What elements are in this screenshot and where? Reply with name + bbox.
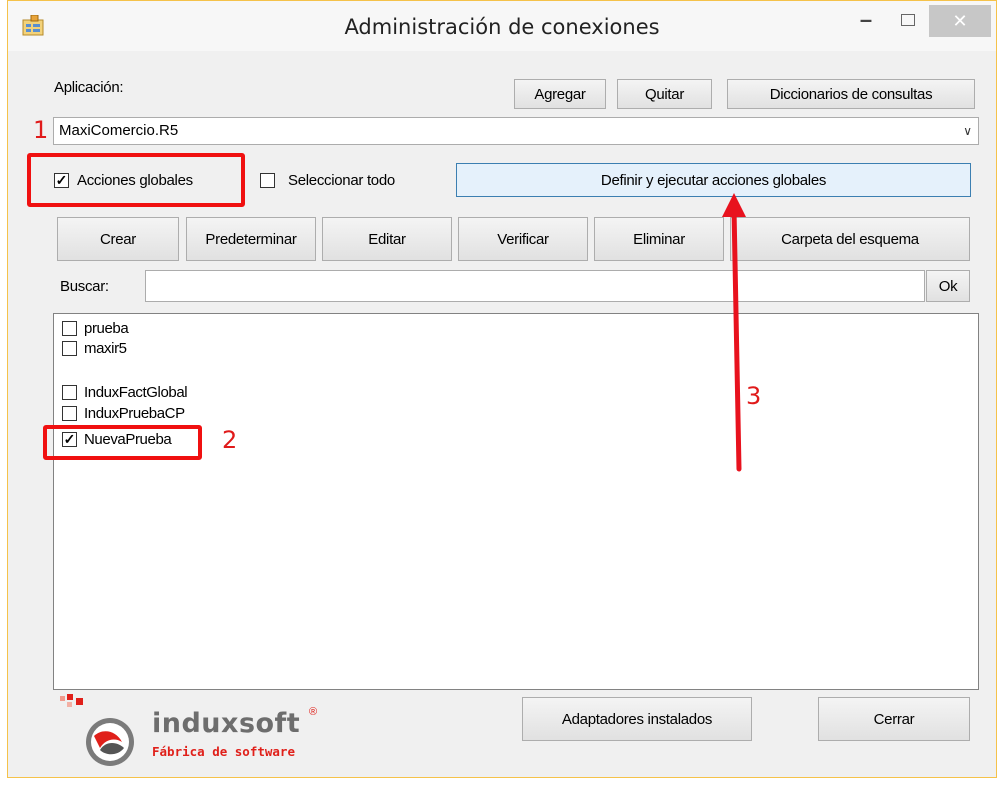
cerrar-button[interactable]: Cerrar	[818, 697, 970, 741]
title-bar: Administración de conexiones – ✕	[8, 1, 996, 51]
annotation-arrow-up-icon	[722, 193, 746, 472]
annotation-number-2: 2	[222, 426, 238, 454]
eliminar-button[interactable]: Eliminar	[594, 217, 724, 261]
annotation-number-1: 1	[33, 116, 49, 144]
list-item-label: maxir5	[84, 340, 127, 357]
list-item-checkbox[interactable]	[62, 385, 77, 400]
predeterminar-button[interactable]: Predeterminar	[186, 217, 316, 261]
list-item-label: InduxFactGlobal	[84, 384, 188, 401]
buscar-label: Buscar:	[60, 278, 109, 295]
list-item-checkbox[interactable]	[62, 341, 77, 356]
aplicacion-selected-value: MaxiComercio.R5	[59, 122, 179, 139]
ok-button[interactable]: Ok	[926, 270, 970, 302]
maximize-icon	[901, 14, 915, 26]
crear-button[interactable]: Crear	[57, 217, 179, 261]
quitar-button[interactable]: Quitar	[617, 79, 712, 109]
list-item-label: InduxPruebaCP	[84, 405, 185, 422]
carpeta-esquema-button[interactable]: Carpeta del esquema	[730, 217, 970, 261]
connections-list[interactable]: prueba maxir5 InduxFactGlobal InduxPrueb…	[53, 313, 979, 690]
annotation-box-nueva-prueba	[43, 425, 202, 460]
seleccionar-todo-checkbox[interactable]	[260, 173, 275, 188]
maximize-button[interactable]	[888, 5, 928, 35]
close-icon: ✕	[952, 10, 968, 31]
acciones-globales-checkbox[interactable]: ✓	[54, 173, 69, 188]
agregar-button[interactable]: Agregar	[514, 79, 606, 109]
diccionarios-button[interactable]: Diccionarios de consultas	[727, 79, 975, 109]
adaptadores-instalados-button[interactable]: Adaptadores instalados	[522, 697, 752, 741]
list-item-checkbox[interactable]	[62, 406, 77, 421]
logo-registered-mark: ®	[309, 706, 318, 718]
minimize-button[interactable]: –	[846, 5, 886, 35]
chevron-down-icon[interactable]: ∨	[963, 124, 972, 138]
induxsoft-logo: induxsoft ® Fábrica de software	[56, 692, 326, 772]
seleccionar-todo-label: Seleccionar todo	[288, 172, 395, 189]
aplicacion-label: Aplicación:	[54, 79, 124, 96]
aplicacion-select[interactable]: MaxiComercio.R5 ∨	[53, 117, 979, 145]
buscar-input[interactable]	[145, 270, 925, 302]
list-item-checkbox[interactable]	[62, 321, 77, 336]
annotation-number-3: 3	[746, 382, 762, 410]
editar-button[interactable]: Editar	[322, 217, 452, 261]
logo-tagline: Fábrica de software	[152, 744, 295, 759]
verificar-button[interactable]: Verificar	[458, 217, 588, 261]
acciones-globales-label: Acciones globales	[77, 172, 193, 189]
list-item-label: prueba	[84, 320, 129, 337]
connections-admin-window: Administración de conexiones – ✕ Aplicac…	[7, 0, 997, 778]
definir-acciones-globales-button[interactable]: Definir y ejecutar acciones globales	[456, 163, 971, 197]
logo-text: induxsoft	[152, 708, 301, 739]
close-button[interactable]: ✕	[929, 5, 991, 37]
